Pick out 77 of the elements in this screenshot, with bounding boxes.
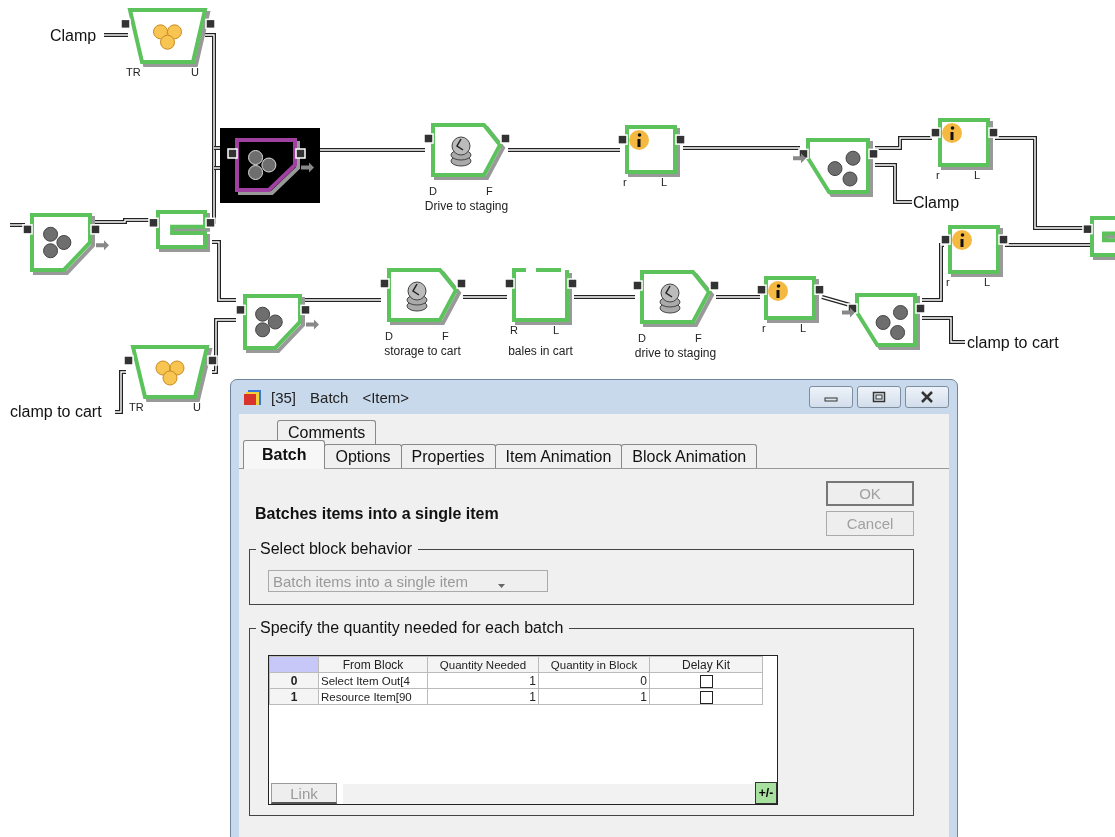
close-icon: [920, 391, 934, 403]
port-label: r: [623, 176, 627, 188]
port-label: D: [638, 332, 646, 344]
table-cell: 1: [427, 672, 539, 689]
port-label: L: [553, 324, 560, 336]
port-label: TR: [129, 401, 144, 413]
maximize-button[interactable]: [857, 386, 901, 408]
window-title: <Item>: [362, 388, 410, 406]
app-icon: [243, 387, 263, 407]
column-header: Quantity in Block: [538, 656, 650, 673]
port-label: U: [191, 66, 199, 78]
tab[interactable]: Block Animation: [621, 444, 758, 468]
block-caption: Drive to staging: [424, 199, 509, 213]
port-label: R: [510, 324, 518, 336]
port-label: L: [984, 276, 991, 288]
connection-label: Clamp: [913, 194, 960, 211]
activity-block[interactable]: [379, 268, 467, 325]
tab[interactable]: Comments: [277, 420, 377, 444]
port-label: r: [762, 322, 766, 334]
table-cell: 1: [427, 688, 539, 705]
port-label: L: [661, 176, 668, 188]
table-cell: 0: [538, 672, 650, 689]
checkbox[interactable]: [699, 690, 713, 704]
port-label: L: [974, 169, 981, 181]
caret-icon: [498, 584, 506, 588]
block-caption: drive to staging: [634, 346, 717, 360]
corner-cell[interactable]: [269, 656, 319, 673]
section-heading: Batches items into a single item: [255, 505, 499, 523]
group-label: Select block behavior: [259, 540, 414, 558]
tab[interactable]: Batch: [243, 440, 326, 469]
add-remove-button[interactable]: +/-: [755, 782, 777, 804]
info-block[interactable]: [930, 118, 999, 170]
port-label: F: [486, 185, 493, 197]
select-block[interactable]: [148, 210, 216, 252]
port-label: r: [936, 169, 940, 181]
info-block[interactable]: [617, 125, 686, 177]
resource-block[interactable]: [120, 8, 216, 67]
select-block[interactable]: [842, 293, 926, 350]
connection-label: clamp to cart: [967, 334, 1059, 351]
block-caption: storage to cart: [384, 344, 461, 358]
column-header: Delay Kit: [649, 656, 763, 673]
connection-label: Clamp: [50, 27, 97, 44]
connection-label: clamp to cart: [10, 403, 102, 420]
tab[interactable]: Properties: [400, 444, 496, 468]
table-cell: Resource Item[90: [318, 688, 428, 705]
port-label: F: [442, 330, 449, 342]
window-title: Batch: [310, 388, 349, 406]
batch-block[interactable]: [22, 213, 109, 275]
port-label: F: [695, 332, 702, 344]
port-label: U: [193, 401, 201, 413]
select-block[interactable]: [1082, 216, 1115, 260]
activity-block[interactable]: [632, 270, 720, 327]
port-label: L: [800, 322, 807, 334]
table-cell: Select Item Out[4: [318, 672, 428, 689]
queue-block[interactable]: [504, 268, 578, 325]
resource-block[interactable]: [123, 345, 218, 402]
port-label: D: [385, 330, 393, 342]
info-block[interactable]: [756, 276, 825, 323]
port-label: TR: [126, 66, 141, 78]
table-cell: 1: [538, 688, 650, 705]
activity-block[interactable]: [423, 123, 511, 180]
batch-block[interactable]: [220, 128, 320, 203]
column-header: Quantity Needed: [427, 656, 539, 673]
group-label: Specify the quantity needed for each batch: [259, 619, 565, 637]
block-caption: bales in cart: [508, 344, 573, 358]
column-header: From Block: [318, 656, 428, 673]
port-label: r: [946, 276, 950, 288]
checkbox[interactable]: [699, 674, 713, 688]
maximize-icon: [872, 391, 886, 403]
close-button[interactable]: [905, 386, 949, 408]
window-title: [35]: [271, 388, 297, 406]
info-block[interactable]: [940, 225, 1009, 277]
port-label: D: [429, 185, 437, 197]
scroll-bar[interactable]: [343, 784, 755, 804]
batch-block[interactable]: [235, 294, 319, 353]
tab[interactable]: Options: [324, 444, 402, 468]
select-block[interactable]: [793, 138, 879, 197]
